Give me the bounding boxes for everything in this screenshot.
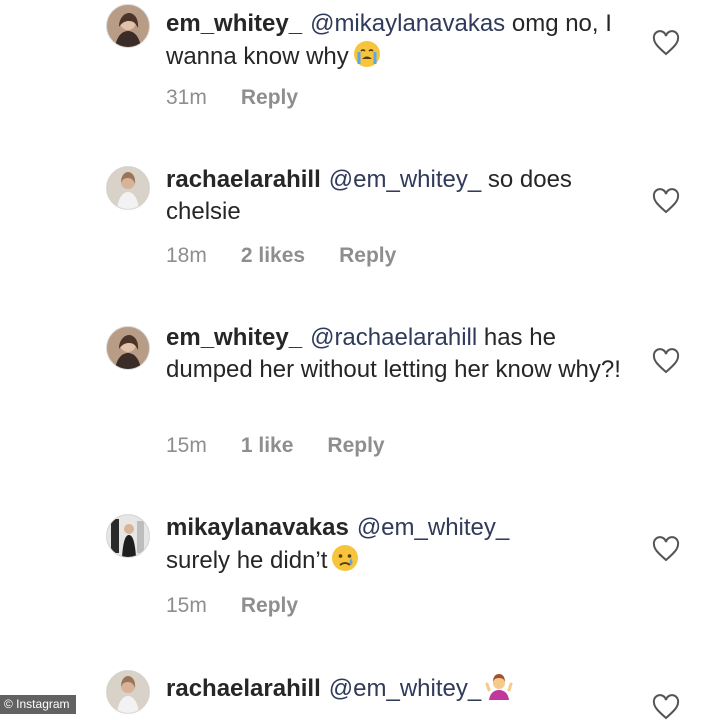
heart-icon[interactable]: [652, 694, 680, 720]
comment-mention[interactable]: @em_whitey_: [329, 675, 481, 702]
comment-text: em_whitey_ @mikaylanavakas omg no, I wann…: [166, 8, 636, 73]
comment-username[interactable]: rachaelarahill: [166, 675, 321, 702]
avatar[interactable]: [106, 4, 150, 48]
reply-button[interactable]: Reply: [241, 86, 298, 110]
avatar[interactable]: [106, 514, 150, 558]
comment-username[interactable]: em_whitey_: [166, 324, 302, 351]
comment-mention[interactable]: @rachaelarahill: [310, 324, 477, 351]
comment-mention[interactable]: @em_whitey_: [329, 166, 481, 193]
avatar[interactable]: [106, 166, 150, 210]
crying-face-icon: [353, 40, 381, 68]
comment-time: 15m: [166, 594, 207, 617]
comment-username[interactable]: em_whitey_: [166, 10, 302, 37]
comment-meta: 31m Reply: [166, 86, 298, 110]
reply-button[interactable]: Reply: [241, 594, 298, 618]
heart-icon[interactable]: [652, 348, 680, 374]
heart-icon[interactable]: [652, 30, 680, 56]
comment-time: 15m: [166, 434, 207, 457]
comment-body: surely he didn’t: [166, 547, 328, 574]
comment-meta: 18m 2 likes Reply: [166, 244, 396, 268]
instagram-watermark: © Instagram: [0, 695, 76, 714]
avatar[interactable]: [106, 670, 150, 714]
heart-icon[interactable]: [652, 536, 680, 562]
comment-meta: 15m 1 like Reply: [166, 434, 385, 458]
reply-button[interactable]: Reply: [339, 244, 396, 268]
comment-text: mikaylanavakas @em_whitey_ surely he didn…: [166, 512, 636, 577]
person-shrugging-icon: [485, 672, 513, 700]
likes-count[interactable]: 1 like: [241, 434, 294, 458]
comment-meta: 15m Reply: [166, 594, 298, 618]
sad-tear-face-icon: [331, 544, 359, 572]
comment-time: 18m: [166, 244, 207, 267]
comment-mention[interactable]: @mikaylanavakas: [310, 10, 505, 37]
comment-username[interactable]: mikaylanavakas: [166, 514, 349, 541]
reply-button[interactable]: Reply: [327, 434, 384, 458]
comment-mention[interactable]: @em_whitey_: [357, 514, 509, 541]
likes-count[interactable]: 2 likes: [241, 244, 305, 268]
comment-time: 31m: [166, 86, 207, 109]
comment-text: em_whitey_ @rachaelarahill has he dumped …: [166, 322, 636, 386]
heart-icon[interactable]: [652, 188, 680, 214]
avatar[interactable]: [106, 326, 150, 370]
comment-text: rachaelarahill @em_whitey_: [166, 672, 636, 705]
comment-text: rachaelarahill @em_whitey_ so does chelsi…: [166, 164, 636, 228]
watermark-label: © Instagram: [4, 697, 70, 711]
comment-username[interactable]: rachaelarahill: [166, 166, 321, 193]
